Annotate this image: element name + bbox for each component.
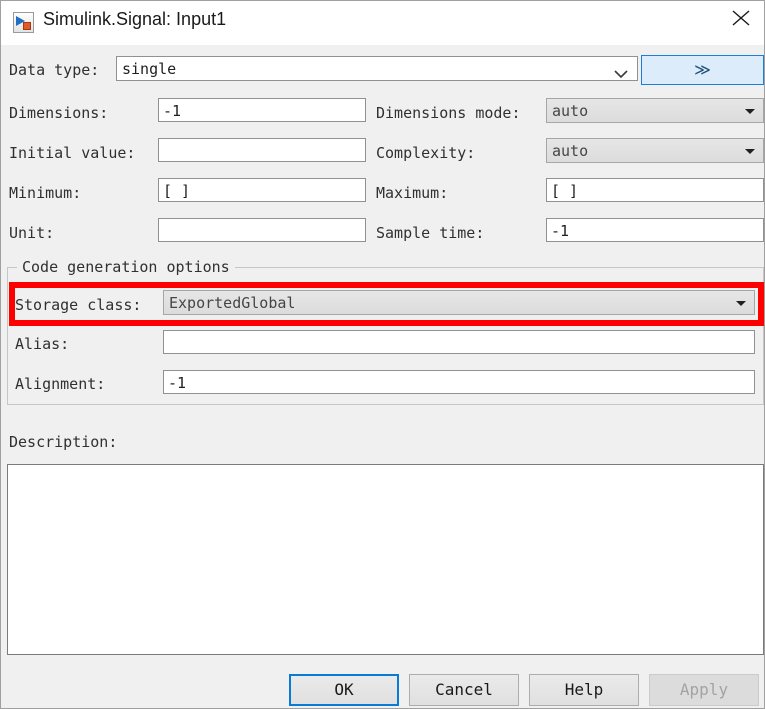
help-button[interactable]: Help — [529, 674, 639, 706]
data-type-value: single — [122, 60, 177, 78]
cancel-button[interactable]: Cancel — [409, 674, 519, 706]
minimum-input[interactable]: [ ] — [158, 178, 366, 202]
dimensions-mode-combo[interactable]: auto — [546, 98, 764, 123]
chevron-down-icon — [745, 148, 755, 154]
complexity-combo[interactable]: auto — [546, 138, 764, 163]
initial-value-label: Initial value: — [9, 144, 136, 162]
simulink-signal-dialog: Simulink.Signal: Input1 Data type: singl… — [0, 0, 765, 709]
data-type-combo[interactable]: single — [116, 56, 638, 81]
simulink-signal-icon — [13, 12, 34, 33]
storage-class-value: ExportedGlobal — [169, 294, 296, 312]
chevron-down-icon — [614, 64, 628, 81]
sample-time-input[interactable]: -1 — [546, 218, 764, 242]
storage-class-label: Storage class: — [15, 296, 142, 314]
complexity-label: Complexity: — [376, 144, 476, 162]
alias-label: Alias: — [15, 335, 70, 353]
window-title: Simulink.Signal: Input1 — [43, 9, 227, 29]
unit-input[interactable] — [158, 218, 366, 242]
initial-value-input[interactable] — [158, 138, 366, 162]
description-label: Description: — [9, 433, 118, 451]
storage-class-combo[interactable]: ExportedGlobal — [163, 290, 755, 315]
chevron-down-icon — [745, 108, 755, 114]
description-textarea[interactable] — [7, 464, 764, 655]
apply-button[interactable]: Apply — [649, 674, 759, 706]
maximum-input[interactable]: [ ] — [546, 178, 764, 202]
dimensions-input[interactable]: -1 — [158, 98, 366, 122]
maximum-label: Maximum: — [376, 184, 449, 202]
alias-input[interactable] — [163, 330, 755, 354]
dimensions-label: Dimensions: — [9, 104, 109, 122]
alignment-input[interactable]: -1 — [163, 370, 755, 394]
dimensions-mode-label: Dimensions mode: — [376, 104, 521, 122]
sample-time-label: Sample time: — [376, 224, 485, 242]
unit-label: Unit: — [9, 224, 55, 242]
close-icon[interactable] — [718, 1, 764, 33]
complexity-value: auto — [552, 142, 589, 160]
dimensions-mode-value: auto — [552, 102, 589, 120]
code-generation-group-label: Code generation options — [17, 258, 235, 276]
alignment-label: Alignment: — [15, 375, 106, 393]
ok-button[interactable]: OK — [289, 674, 399, 706]
advanced-data-type-button[interactable]: ≫ — [641, 55, 764, 85]
chevron-down-icon — [736, 300, 746, 306]
minimum-label: Minimum: — [9, 184, 82, 202]
data-type-label: Data type: — [9, 61, 100, 79]
title-bar: Simulink.Signal: Input1 — [1, 1, 764, 45]
